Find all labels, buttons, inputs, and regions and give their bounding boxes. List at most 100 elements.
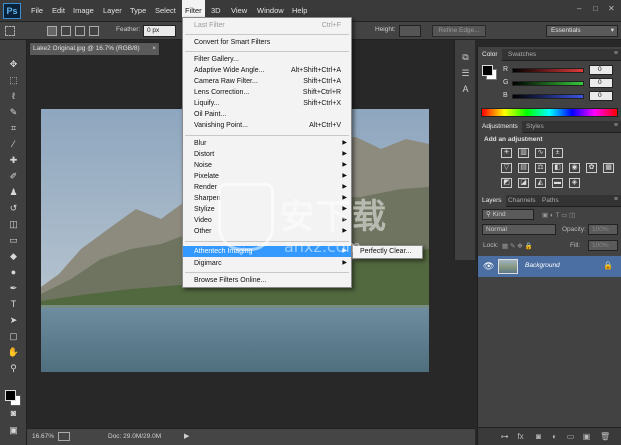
- blue-value[interactable]: 0: [589, 91, 613, 101]
- photo-filter-icon[interactable]: ◉: [569, 163, 580, 173]
- subtract-selection-icon[interactable]: [75, 26, 85, 36]
- black-white-icon[interactable]: ◧: [552, 163, 563, 173]
- menu-item-digimarc[interactable]: Digimarc ▶: [183, 258, 351, 269]
- gradient-tool-icon[interactable]: ▭: [6, 235, 21, 246]
- menu-edit[interactable]: Edit: [49, 0, 68, 22]
- quick-mask-icon[interactable]: ◙: [6, 408, 21, 419]
- menu-item-render[interactable]: Render ▶: [183, 182, 351, 193]
- rectangle-tool-icon[interactable]: ▢: [6, 331, 21, 342]
- intersect-selection-icon[interactable]: [89, 26, 99, 36]
- panel-menu-icon[interactable]: ≡: [614, 50, 618, 57]
- height-input[interactable]: [399, 25, 421, 37]
- menu-item-liquify[interactable]: Liquify... Shift+Ctrl+X: [183, 98, 351, 109]
- color-fg-swatch[interactable]: [482, 65, 493, 76]
- lasso-tool-icon[interactable]: ℓ: [6, 91, 21, 102]
- opacity-input[interactable]: 100%: [588, 224, 618, 235]
- dodge-tool-icon[interactable]: ●: [6, 267, 21, 278]
- properties-panel-icon[interactable]: ☰: [460, 68, 471, 79]
- eye-icon[interactable]: 👁: [483, 261, 494, 272]
- red-slider[interactable]: [512, 68, 584, 73]
- menu-item-browse-filters-online[interactable]: Browse Filters Online...: [183, 275, 351, 286]
- menu-item-noise[interactable]: Noise ▶: [183, 160, 351, 171]
- green-slider[interactable]: [512, 81, 584, 86]
- fx-icon[interactable]: fx: [516, 432, 525, 441]
- vibrance-icon[interactable]: ▽: [501, 163, 512, 173]
- lock-icons[interactable]: ▦ ✎ ✥ 🔒: [502, 242, 533, 250]
- color-lookup-icon[interactable]: ▦: [603, 163, 614, 173]
- color-balance-icon[interactable]: ⚖: [535, 163, 546, 173]
- workspace-select[interactable]: Essentials ▾: [546, 25, 618, 37]
- curves-icon[interactable]: ∿: [535, 148, 546, 158]
- selective-color-icon[interactable]: ◈: [569, 178, 580, 188]
- type-tool-icon[interactable]: T: [6, 299, 21, 310]
- tab-color[interactable]: Color: [478, 49, 502, 61]
- tab-channels[interactable]: Channels: [504, 195, 539, 207]
- posterize-icon[interactable]: ◪: [518, 178, 529, 188]
- tab-swatches[interactable]: Swatches: [504, 49, 540, 61]
- eraser-tool-icon[interactable]: ◫: [6, 219, 21, 230]
- trash-icon[interactable]: 🗑: [600, 432, 610, 441]
- history-brush-tool-icon[interactable]: ↺: [6, 203, 21, 214]
- layer-name[interactable]: Background: [525, 262, 560, 269]
- eyedropper-tool-icon[interactable]: ⁄: [6, 139, 21, 150]
- brush-tool-icon[interactable]: ✐: [6, 171, 21, 182]
- maximize-icon[interactable]: □: [593, 4, 598, 13]
- history-panel-icon[interactable]: ⧉: [460, 52, 471, 63]
- menu-item-vanishing-point[interactable]: Vanishing Point... Alt+Ctrl+V: [183, 120, 351, 131]
- status-preview-icon[interactable]: [58, 432, 70, 441]
- blur-tool-icon[interactable]: ◆: [6, 251, 21, 262]
- color-ramp[interactable]: [481, 108, 618, 117]
- menu-item-video[interactable]: Video ▶: [183, 215, 351, 226]
- menu-item-adaptive-wide-angle[interactable]: Adaptive Wide Angle... Alt+Shift+Ctrl+A: [183, 65, 351, 76]
- menu-item-convert-smart-filters[interactable]: Convert for Smart Filters: [183, 37, 351, 48]
- red-value[interactable]: 0: [589, 65, 613, 75]
- tab-adjustments[interactable]: Adjustments: [478, 121, 522, 133]
- quick-selection-tool-icon[interactable]: ✎: [6, 107, 21, 118]
- menu-item-filter-gallery[interactable]: Filter Gallery...: [183, 54, 351, 65]
- exposure-icon[interactable]: ±: [552, 148, 563, 158]
- menu-image[interactable]: Image: [70, 0, 97, 22]
- crop-tool-icon[interactable]: ⌗: [6, 123, 21, 134]
- brightness-contrast-icon[interactable]: ☀: [501, 148, 512, 158]
- close-icon[interactable]: ✕: [608, 4, 615, 13]
- menu-type[interactable]: Type: [127, 0, 149, 22]
- marquee-tool-icon[interactable]: [5, 26, 15, 36]
- new-selection-icon[interactable]: [47, 26, 57, 36]
- menu-item-blur[interactable]: Blur ▶: [183, 138, 351, 149]
- menu-item-pixelate[interactable]: Pixelate ▶: [183, 171, 351, 182]
- levels-icon[interactable]: ▥: [518, 148, 529, 158]
- gradient-map-icon[interactable]: ▬: [552, 178, 563, 188]
- mask-icon[interactable]: ◙: [534, 432, 543, 441]
- panel-menu-icon[interactable]: ≡: [614, 196, 618, 203]
- hand-tool-icon[interactable]: ✋: [6, 347, 21, 358]
- tab-layers[interactable]: Layers: [478, 195, 506, 207]
- adjustment-layer-icon[interactable]: ◐: [550, 432, 559, 441]
- menu-select[interactable]: Select: [152, 0, 179, 22]
- menu-item-stylize[interactable]: Stylize ▶: [183, 204, 351, 215]
- tab-styles[interactable]: Styles: [522, 121, 548, 133]
- status-menu-arrow-icon[interactable]: ▶: [184, 432, 189, 440]
- close-tab-icon[interactable]: ×: [152, 43, 156, 55]
- menu-item-last-filter[interactable]: Last Filter Ctrl+F: [183, 20, 351, 31]
- zoom-level[interactable]: 16.67%: [32, 433, 54, 440]
- menu-file[interactable]: File: [28, 0, 46, 22]
- menu-item-sharpen[interactable]: Sharpen ▶: [183, 193, 351, 204]
- blend-mode-select[interactable]: Normal: [482, 224, 556, 235]
- menu-layer[interactable]: Layer: [100, 0, 125, 22]
- panel-menu-icon[interactable]: ≡: [614, 122, 618, 129]
- menu-item-lens-correction[interactable]: Lens Correction... Shift+Ctrl+R: [183, 87, 351, 98]
- layer-row-background[interactable]: 👁 Background 🔒: [478, 256, 621, 277]
- screen-mode-icon[interactable]: ▣: [6, 425, 21, 436]
- rect-marquee-tool-icon[interactable]: ⬚: [6, 75, 21, 86]
- menu-item-other[interactable]: Other ▶: [183, 226, 351, 237]
- refine-edge-button[interactable]: Refine Edge...: [432, 25, 486, 37]
- fill-input[interactable]: 100%: [588, 240, 618, 251]
- menu-item-oil-paint[interactable]: Oil Paint...: [183, 109, 351, 120]
- threshold-icon[interactable]: ◭: [535, 178, 546, 188]
- layer-filter-kind[interactable]: ⚲ Kind: [482, 209, 534, 220]
- character-panel-icon[interactable]: A: [460, 84, 471, 95]
- document-tab[interactable]: Lake2 Original.jpg @ 16.7% (RGB/8) ×: [29, 42, 160, 55]
- blue-slider[interactable]: [512, 94, 584, 99]
- zoom-tool-icon[interactable]: ⚲: [6, 363, 21, 374]
- submenu-perfectly-clear[interactable]: Perfectly Clear...: [352, 245, 423, 259]
